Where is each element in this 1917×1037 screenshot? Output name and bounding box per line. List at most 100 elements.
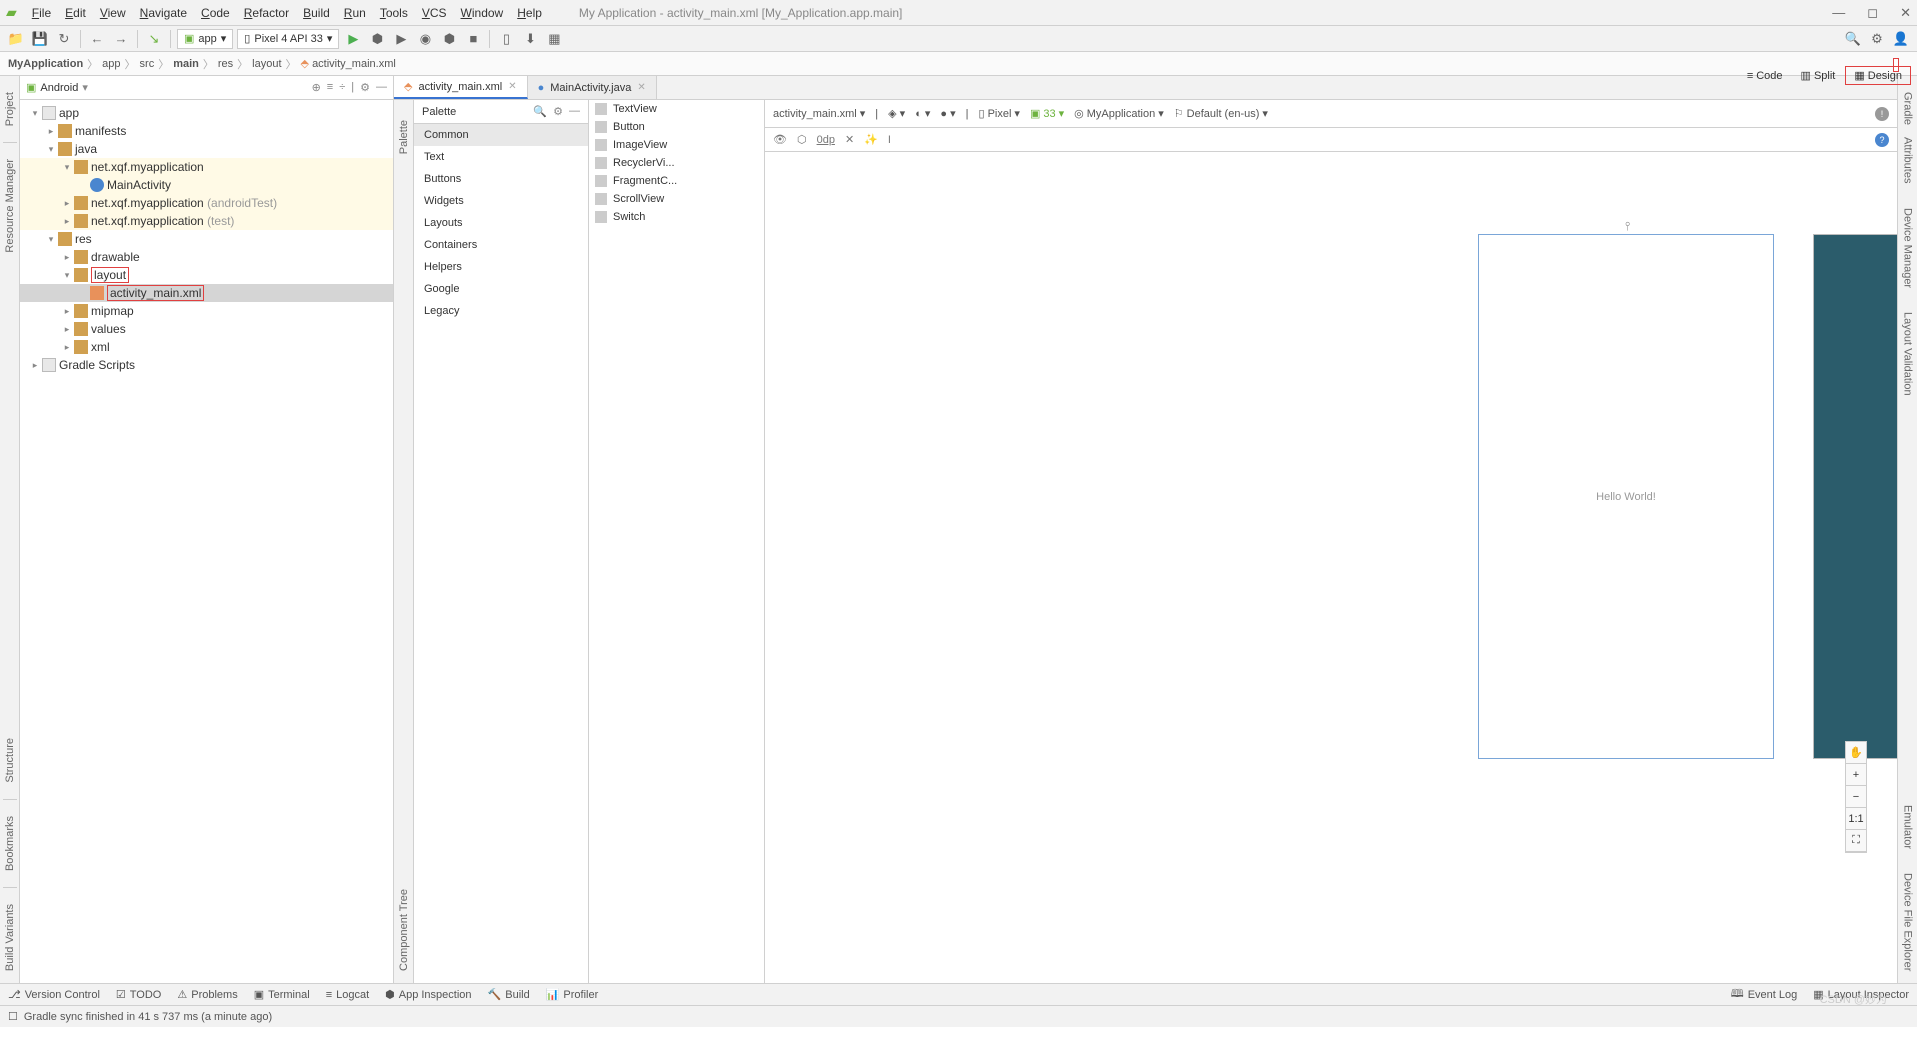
crumb[interactable]: MyApplication [8, 58, 83, 70]
tool-version-control[interactable]: ⎇ Version Control [8, 988, 100, 1001]
menu-run[interactable]: Run [337, 6, 373, 20]
palette-category[interactable]: Layouts [414, 212, 588, 234]
theme-selector[interactable]: ◎ MyApplication ▾ [1074, 107, 1164, 120]
visibility-icon[interactable]: 👁 [773, 133, 787, 146]
tab-mainactivity[interactable]: ●MainActivity.java✕ [528, 76, 657, 99]
menu-file[interactable]: File [25, 6, 58, 20]
tool-emulator[interactable]: Emulator [1902, 805, 1914, 849]
palette-component[interactable]: Switch [589, 208, 764, 226]
tree-node[interactable]: ▸net.xqf.myapplication (test) [20, 212, 393, 230]
tool-bookmarks[interactable]: Bookmarks [4, 816, 16, 871]
zoom-out[interactable]: − [1846, 786, 1866, 808]
project-scope[interactable]: Android [40, 82, 78, 94]
tool-terminal[interactable]: ▣ Terminal [254, 988, 310, 1001]
blueprint-preview[interactable]: Hello World! [1813, 234, 1897, 759]
palette-component[interactable]: RecyclerVi... [589, 154, 764, 172]
night-btn[interactable]: ● ▾ [940, 107, 955, 120]
tree-node[interactable]: ▸manifests [20, 122, 393, 140]
menu-refactor[interactable]: Refactor [237, 6, 296, 20]
preview-textview[interactable]: Hello World! [1596, 491, 1656, 503]
default-margin[interactable]: 0dp [817, 134, 835, 146]
tree-node[interactable]: ▾app [20, 104, 393, 122]
crumb[interactable]: main [173, 58, 199, 70]
tree-node[interactable]: activity_main.xml [20, 284, 393, 302]
profile-icon[interactable]: ◉ [415, 29, 435, 49]
tool-logcat[interactable]: ≡ Logcat [326, 989, 369, 1001]
sync-icon[interactable]: ↻ [54, 29, 74, 49]
view-code[interactable]: ≡ Code [1739, 68, 1791, 84]
layout-file-selector[interactable]: activity_main.xml ▾ [773, 107, 865, 120]
palette-category[interactable]: Widgets [414, 190, 588, 212]
settings-icon[interactable]: ⚙ [1867, 29, 1887, 49]
zoom-frame[interactable]: ⛶ [1846, 830, 1866, 852]
menu-build[interactable]: Build [296, 6, 337, 20]
device-selector[interactable]: ▯Pixel 4 API 33 ▾ [237, 29, 339, 49]
collapse-icon[interactable]: ≡ [327, 81, 333, 94]
coverage-icon[interactable]: ▶ [391, 29, 411, 49]
device-preview[interactable]: ▯ Pixel ▾ [979, 107, 1020, 120]
stop-icon[interactable]: ■ [463, 29, 483, 49]
tab-activity-main[interactable]: ⬘activity_main.xml✕ [394, 76, 528, 99]
menu-vcs[interactable]: VCS [415, 6, 454, 20]
gear-icon[interactable]: ⚙ [553, 105, 563, 118]
close-icon[interactable]: ✕ [637, 82, 645, 93]
save-icon[interactable]: 💾 [30, 29, 50, 49]
api-level[interactable]: ▣ 33 ▾ [1030, 107, 1064, 120]
tree-node[interactable]: ▾java [20, 140, 393, 158]
tool-project[interactable]: Project [4, 92, 16, 126]
run-icon[interactable]: ▶ [343, 29, 363, 49]
hide-icon[interactable]: — [376, 81, 387, 94]
tree-node[interactable]: ▾layout [20, 266, 393, 284]
tree-node[interactable]: ▾res [20, 230, 393, 248]
tool-structure[interactable]: Structure [4, 738, 16, 783]
tool-layout-validation[interactable]: Layout Validation [1902, 312, 1914, 396]
help-icon[interactable]: ? [1875, 133, 1889, 147]
design-preview[interactable]: Hello World! [1478, 234, 1774, 759]
module-selector[interactable]: ▣app ▾ [177, 29, 233, 49]
tree-node[interactable]: ▸drawable [20, 248, 393, 266]
palette-component[interactable]: ScrollView [589, 190, 764, 208]
tool-build-variants[interactable]: Build Variants [4, 904, 16, 971]
tool-gradle[interactable]: Gradle [1902, 92, 1914, 125]
palette-category[interactable]: Google [414, 278, 588, 300]
status-icon[interactable]: ☐ [8, 1010, 18, 1023]
pan-icon[interactable]: ✋ [1846, 742, 1866, 764]
palette-component[interactable]: Button [589, 118, 764, 136]
menu-edit[interactable]: Edit [58, 6, 93, 20]
crumb[interactable]: src [140, 58, 155, 70]
tool-todo[interactable]: ☑ TODO [116, 988, 161, 1001]
surface-btn[interactable]: ◈ ▾ [888, 107, 905, 120]
crumb[interactable]: activity_main.xml [312, 58, 396, 70]
guideline-icon[interactable]: I [888, 134, 891, 146]
sort-icon[interactable]: ÷ [339, 81, 345, 94]
tool-resource-mgr[interactable]: Resource Manager [4, 159, 16, 253]
forward-icon[interactable]: → [111, 29, 131, 49]
infer-icon[interactable]: ✨ [864, 133, 878, 146]
tool-profiler[interactable]: 📊 Profiler [546, 988, 599, 1001]
maximize-icon[interactable]: ◻ [1867, 5, 1878, 21]
crumb[interactable]: res [218, 58, 233, 70]
zoom-in[interactable]: + [1846, 764, 1866, 786]
debug-icon[interactable]: ⬢ [367, 29, 387, 49]
tool-problems[interactable]: ⚠ Problems [177, 988, 237, 1001]
back-icon[interactable]: ← [87, 29, 107, 49]
palette-category[interactable]: Common [414, 124, 588, 146]
tree-node[interactable]: ▸net.xqf.myapplication (androidTest) [20, 194, 393, 212]
orientation-btn[interactable]: ◐ ▾ [915, 107, 930, 120]
search-icon[interactable]: 🔍 [533, 105, 547, 118]
autoconnect-icon[interactable]: ⬡ [797, 133, 807, 146]
zoom-fit[interactable]: 1:1 [1846, 808, 1866, 830]
tool-build[interactable]: 🔨 Build [488, 988, 530, 1001]
sdk-icon[interactable]: ⬇ [520, 29, 540, 49]
tree-node[interactable]: ▾net.xqf.myapplication [20, 158, 393, 176]
hide-icon[interactable]: — [569, 105, 580, 118]
make-icon[interactable]: ↘ [144, 29, 164, 49]
menu-tools[interactable]: Tools [373, 6, 415, 20]
clear-icon[interactable]: ✕ [845, 133, 854, 146]
project-tree[interactable]: ▾app▸manifests▾java▾net.xqf.myapplicatio… [20, 100, 393, 983]
component-list[interactable]: TextViewButtonImageViewRecyclerVi...Frag… [589, 100, 765, 983]
warnings-icon[interactable]: ! [1875, 107, 1889, 121]
palette-tab[interactable]: Palette [398, 120, 410, 154]
target-icon[interactable]: ⊕ [312, 81, 321, 94]
menu-navigate[interactable]: Navigate [133, 6, 194, 20]
